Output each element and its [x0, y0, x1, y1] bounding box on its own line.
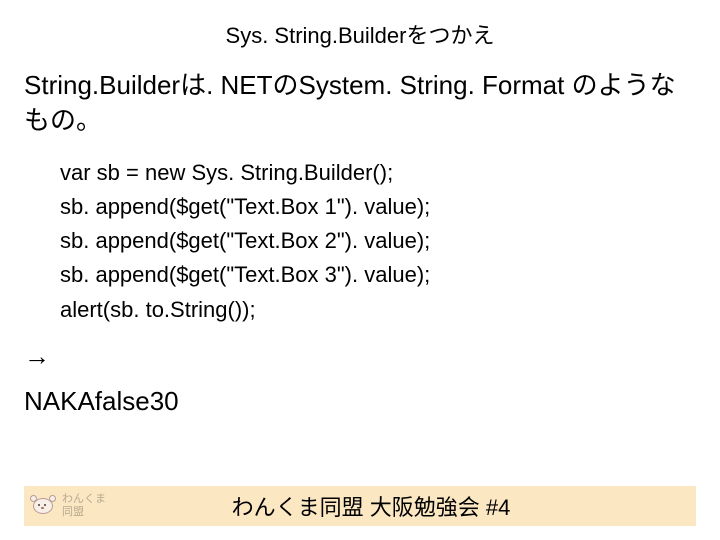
logo-text: わんくま 同盟 [62, 493, 106, 519]
arrow-indicator: → [24, 341, 696, 372]
code-line: sb. append($get("Text.Box 3"). value); [60, 258, 696, 292]
code-block: var sb = new Sys. String.Builder(); sb. … [60, 156, 696, 326]
code-line: alert(sb. to.String()); [60, 293, 696, 327]
slide: Sys. String.Builderをつかえ String.Builderは.… [0, 0, 720, 540]
result-output: NAKAfalse30 [24, 386, 696, 417]
logo-text-line2: 同盟 [62, 506, 106, 519]
footer-logo: わんくま 同盟 [24, 493, 106, 519]
code-line: sb. append($get("Text.Box 2"). value); [60, 224, 696, 258]
footer-title: わんくま同盟 大阪勉強会 #4 [106, 490, 696, 522]
logo-text-line1: わんくま [62, 493, 106, 506]
slide-footer: わんくま 同盟 わんくま同盟 大阪勉強会 #4 [24, 486, 696, 526]
code-line: sb. append($get("Text.Box 1"). value); [60, 190, 696, 224]
code-line: var sb = new Sys. String.Builder(); [60, 156, 696, 190]
bear-icon [30, 495, 56, 517]
slide-title: Sys. String.Builderをつかえ [24, 18, 696, 50]
slide-description: String.Builderは. NETのSystem. String. For… [24, 68, 696, 138]
